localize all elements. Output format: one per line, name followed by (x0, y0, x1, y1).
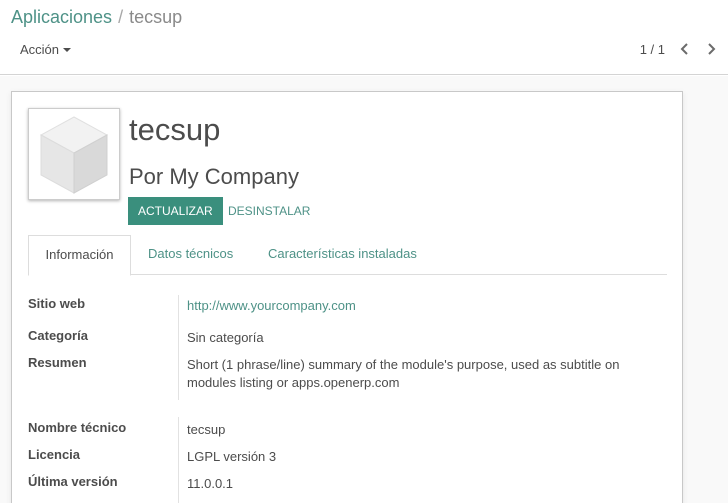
field-divider (178, 417, 179, 503)
category-label: Categoría (28, 328, 88, 343)
breadcrumb-separator: / (118, 7, 124, 27)
pager-previous-button[interactable] (676, 40, 694, 58)
pager-next-button[interactable] (702, 40, 720, 58)
module-cube-icon (28, 108, 120, 200)
caret-down-icon (63, 47, 72, 52)
breadcrumb: Aplicaciones / tecsup (11, 7, 182, 28)
technical-name-value: tecsup (187, 422, 226, 437)
uninstall-button[interactable]: DESINSTALAR (228, 197, 310, 225)
control-panel: Aplicaciones / tecsup Acción 1 / 1 (0, 0, 728, 75)
field-divider (178, 295, 179, 400)
breadcrumb-apps-link[interactable]: Aplicaciones (11, 7, 112, 27)
tab-installed-features[interactable]: Características instaladas (268, 235, 417, 275)
module-author: Por My Company (129, 164, 299, 189)
tab-technical-data[interactable]: Datos técnicos (148, 235, 233, 275)
chevron-right-icon (708, 43, 716, 55)
chevron-left-icon (680, 43, 688, 55)
summary-value: Short (1 phrase/line) summary of the mod… (187, 357, 620, 390)
module-title: tecsup (129, 112, 221, 147)
action-dropdown-button[interactable]: Acción (20, 42, 72, 57)
website-label: Sitio web (28, 296, 86, 311)
breadcrumb-current: tecsup (129, 7, 183, 27)
upgrade-button[interactable]: ACTUALIZAR (128, 197, 223, 225)
pager-value: 1 / 1 (639, 42, 665, 57)
website-link[interactable]: http://www.yourcompany.com (187, 297, 356, 315)
license-label: Licencia (28, 447, 81, 462)
latest-version-value: 11.0.0.1 (187, 476, 234, 491)
summary-label: Resumen (28, 355, 87, 370)
technical-name-label: Nombre técnico (28, 420, 127, 435)
tab-information[interactable]: Información (28, 235, 131, 276)
action-label: Acción (20, 42, 60, 57)
notebook-tabs: Información Datos técnicos Característic… (28, 235, 667, 276)
latest-version-label: Última versión (28, 474, 118, 489)
license-value: LGPL versión 3 (187, 449, 277, 464)
form-sheet: tecsup Por My Company ACTUALIZAR DESINST… (11, 91, 683, 503)
category-value: Sin categoría (187, 330, 264, 345)
